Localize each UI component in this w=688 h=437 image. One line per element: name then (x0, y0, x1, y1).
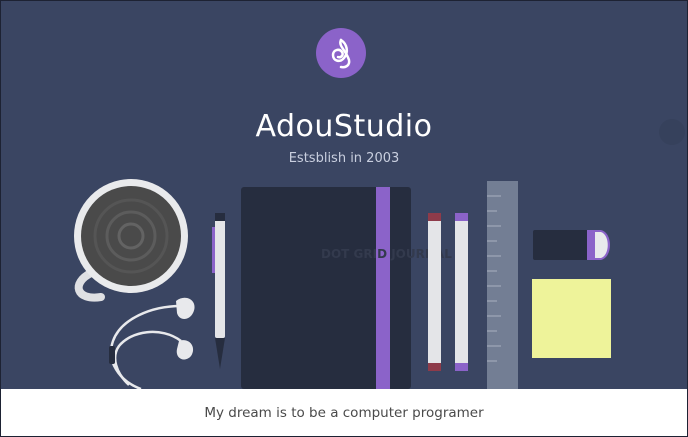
coffee-cup-icon (74, 179, 188, 302)
notebook-icon (241, 187, 411, 389)
ruler-icon (487, 181, 518, 389)
marker-icon (428, 213, 468, 371)
footer-bar: My dream is to be a computer programer (1, 389, 687, 436)
sticky-note-icon (532, 279, 611, 358)
hero-banner: AdouStudio Estsblish in 2003 DOT GRID JO… (1, 1, 687, 389)
footer-tagline: My dream is to be a computer programer (204, 405, 484, 421)
app-window: AdouStudio Estsblish in 2003 DOT GRID JO… (0, 0, 688, 437)
desk-illustration: DOT GRID JOURNAL (74, 179, 611, 389)
pen-icon (212, 213, 225, 369)
eraser-icon (533, 230, 610, 260)
earphones-icon (109, 297, 195, 389)
